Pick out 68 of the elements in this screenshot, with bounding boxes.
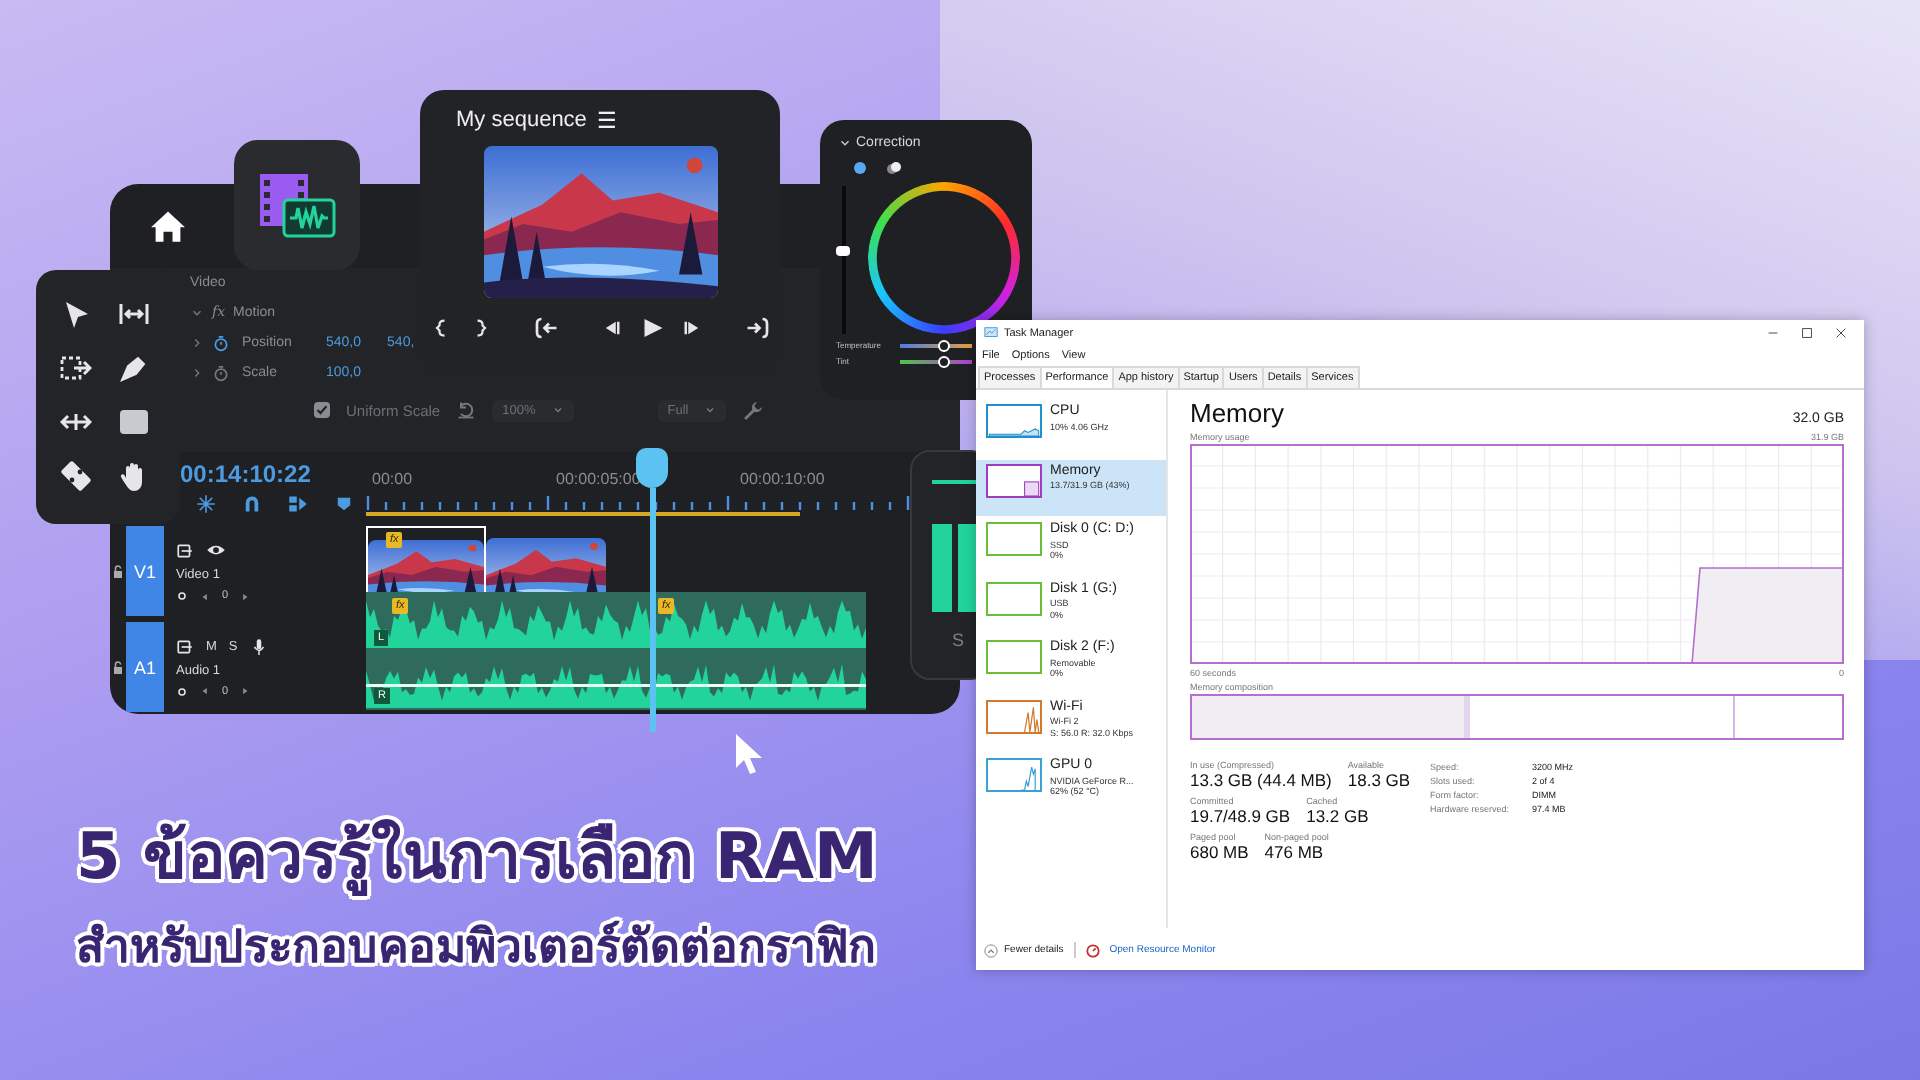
pen-icon[interactable] (118, 352, 150, 384)
solo-label: S (952, 630, 965, 650)
close-icon[interactable] (1834, 326, 1848, 340)
go-to-in-icon[interactable] (533, 316, 557, 340)
wrench-icon[interactable] (742, 399, 765, 421)
slider-thumb[interactable] (938, 355, 951, 367)
next-icon[interactable] (240, 686, 251, 696)
wheel-mode-dot[interactable] (854, 162, 866, 174)
monitor-title: My sequence (456, 108, 587, 134)
previous-icon[interactable] (200, 686, 210, 696)
slider-thumb[interactable] (938, 339, 951, 351)
pointer-icon[interactable] (60, 298, 92, 330)
track-badge[interactable]: V1 (126, 526, 164, 616)
color-layers-icon[interactable] (886, 160, 902, 176)
menu-icon[interactable]: ☰ (596, 108, 617, 134)
step-back-icon[interactable] (601, 316, 621, 340)
chevron-up-icon (984, 943, 998, 957)
caret-icon (551, 404, 564, 416)
page-heading: Memory (1190, 398, 1284, 428)
level-meter-drawing (932, 524, 978, 612)
magnet-icon[interactable] (242, 494, 262, 514)
previous-icon[interactable] (200, 591, 210, 601)
ruler-label: 00:00:05:00 (556, 470, 641, 488)
next-icon[interactable] (240, 591, 251, 601)
linked-selection-icon[interactable] (288, 494, 308, 514)
play-icon[interactable] (639, 316, 663, 340)
chevron-icon[interactable] (838, 136, 852, 150)
checkbox[interactable] (314, 402, 330, 418)
microphone-icon[interactable] (249, 637, 268, 655)
step-forward-icon[interactable] (681, 316, 701, 340)
reset-icon[interactable] (456, 400, 477, 420)
eye-icon[interactable] (206, 540, 226, 560)
stat-value: 19.7/48.9 GB (1190, 806, 1291, 826)
timeline-ruler[interactable] (366, 496, 910, 516)
stopwatch-icon (212, 363, 230, 381)
ruler-label: 00:00:10:00 (740, 470, 825, 488)
mouse-cursor-icon (734, 732, 766, 776)
timecode: 00:14:10:22 (180, 460, 313, 488)
track-select-icon[interactable] (60, 352, 92, 384)
keyframe-icon[interactable] (176, 590, 188, 602)
film-waveform-icon[interactable] (257, 169, 337, 241)
keyframe-icon[interactable] (176, 685, 188, 697)
sparkle-icon[interactable] (196, 494, 216, 514)
headline: 5 ข้อควรรู้ในการเลือก RAM (76, 816, 878, 900)
stopwatch-icon (212, 333, 230, 351)
home-icon[interactable] (150, 208, 186, 244)
ripple-edit-icon[interactable] (118, 298, 150, 330)
stat-value: 13.3 GB (44.4 MB) (1190, 770, 1332, 790)
lock-icon[interactable] (110, 563, 126, 579)
caret-icon (704, 404, 717, 416)
stat-value: 13.2 GB (1306, 806, 1369, 826)
stat-value: 680 MB (1190, 842, 1249, 862)
mark-in-icon[interactable] (431, 316, 451, 340)
go-to-out-icon[interactable] (745, 316, 769, 340)
lock-icon[interactable] (110, 659, 126, 675)
maximize-icon[interactable] (1800, 326, 1814, 340)
resource-monitor-icon (1085, 943, 1100, 957)
marker-icon[interactable] (334, 494, 354, 514)
rectangle-icon[interactable] (118, 406, 150, 438)
track-badge[interactable]: A1 (126, 622, 164, 712)
stat-value: 476 MB (1264, 842, 1326, 862)
app-icon (984, 326, 998, 340)
slider-thumb[interactable] (836, 246, 850, 257)
ruler-label: 00:00 (372, 470, 413, 488)
subheadline: สำหรับประกอบคอมพิวเตอร์ตัดต่อกราฟิก (76, 918, 878, 978)
track-output-icon[interactable] (176, 637, 194, 655)
track-output-icon[interactable] (176, 541, 194, 559)
stat-value: 18.3 GB (1347, 770, 1411, 790)
